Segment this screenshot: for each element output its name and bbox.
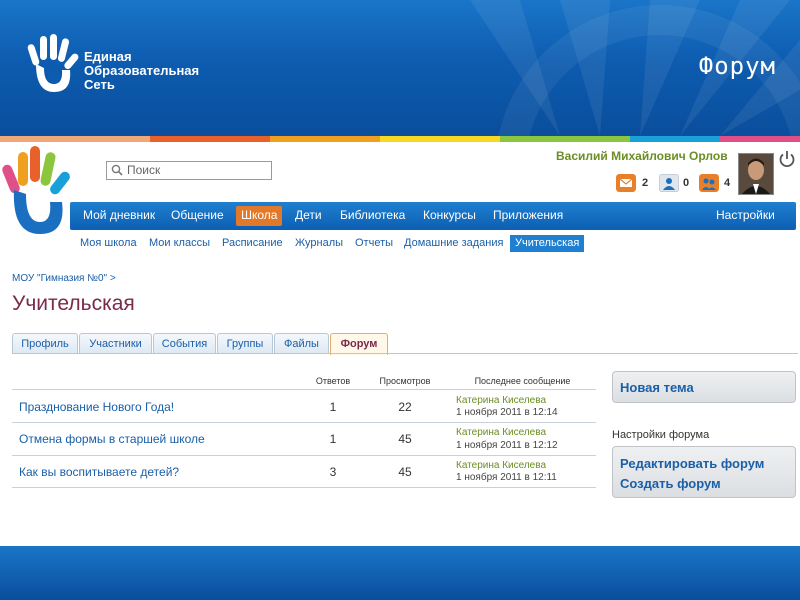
friends-count: 0 [683,177,690,189]
main-nav: Мой дневник Общение Школа Дети Библиотек… [70,202,796,230]
last-message-date: 1 ноября 2011 в 12:12 [456,440,558,451]
subnav-my-classes[interactable]: Мои классы [149,237,210,249]
nav-item-school[interactable]: Школа [241,208,277,222]
nav-item-apps[interactable]: Приложения [493,208,563,222]
slide-title: Форум [698,52,776,80]
replies-count: 1 [329,400,337,414]
topic-link[interactable]: Отмена формы в старшей школе [19,432,205,446]
column-header-replies: Ответов [315,376,351,386]
stripe-segment [720,136,800,142]
tab-divider [12,353,798,354]
tab-members[interactable]: Участники [79,333,152,354]
breadcrumb[interactable]: МОУ "Гимназия №0" > [12,273,116,284]
replies-count: 1 [329,432,337,446]
page-title: Учительская [12,292,135,315]
search-icon [111,164,123,176]
nav-item-contests[interactable]: Конкурсы [423,208,476,222]
column-header-last-message: Последнее сообщение [474,376,571,386]
messages-count: 2 [642,177,649,189]
last-author-link[interactable]: Катерина Киселева [456,427,546,438]
table-divider [12,389,596,390]
slide-footer-band [0,546,800,600]
tab-forum[interactable]: Форум [330,333,388,355]
last-message-date: 1 ноября 2011 в 12:14 [456,407,558,418]
friends-icon [658,173,680,193]
groups-count: 4 [724,177,731,189]
brand-hand-logo [27,34,79,92]
replies-count: 3 [329,465,337,479]
stripe-segment [500,136,630,142]
table-divider [12,487,596,488]
subnav-my-school[interactable]: Моя школа [80,237,137,249]
views-count: 22 [398,400,412,414]
edit-forum-link[interactable]: Редактировать форум [620,456,764,471]
tab-profile[interactable]: Профиль [12,333,78,354]
brand-line: Единая [84,49,132,64]
new-topic-label: Новая тема [620,380,694,395]
avatar[interactable] [738,153,774,195]
topic-link[interactable]: Празднование Нового Года! [19,400,174,414]
subnav-schedule[interactable]: Расписание [222,237,283,249]
stripe-segment [380,136,500,142]
site-logo[interactable] [0,146,78,236]
subnav-reports[interactable]: Отчеты [355,237,393,249]
slide-banner: Единая Образовательная Сеть Форум [0,0,800,136]
nav-item-children[interactable]: Дети [295,208,322,222]
column-header-views: Просмотров [379,376,431,386]
forum-settings-box: Редактировать форум Создать форум [612,446,796,498]
groups-counter[interactable]: 4 [699,174,730,197]
forum-settings-heading: Настройки форума [612,429,710,441]
stripe-segment [150,136,270,142]
last-author-link[interactable]: Катерина Киселева [456,395,546,406]
brand-line: Сеть [84,77,115,92]
nav-item-diary[interactable]: Мой дневник [83,208,155,222]
messages-counter[interactable]: 2 [616,174,648,197]
subnav-journals[interactable]: Журналы [295,237,343,249]
last-author-link[interactable]: Катерина Киселева [456,460,546,471]
tab-files[interactable]: Файлы [274,333,329,354]
stripe-segment [630,136,720,142]
stripe-segment [270,136,380,142]
nav-item-library[interactable]: Библиотека [340,208,405,222]
nav-item-settings[interactable]: Настройки [716,208,775,222]
create-forum-link[interactable]: Создать форум [620,476,721,491]
nav-item-communication[interactable]: Общение [171,208,224,222]
stripe-segment [0,136,150,142]
subnav-teachers-room[interactable]: Учительская [515,237,579,249]
mail-icon [616,174,636,192]
color-stripe [0,136,800,142]
tab-events[interactable]: События [153,333,216,354]
tab-groups[interactable]: Группы [217,333,273,354]
logout-power-icon[interactable] [778,150,796,168]
topic-link[interactable]: Как вы воспитываете детей? [19,465,179,479]
friends-counter[interactable]: 0 [658,173,689,197]
user-name-link[interactable]: Василий Михайлович Орлов [556,149,728,163]
groups-icon [699,174,719,192]
table-divider [12,455,596,456]
avatar-image [739,154,773,194]
subnav-homework[interactable]: Домашние задания [404,237,503,249]
brand-name: Единая Образовательная Сеть [84,50,199,92]
search-input[interactable]: Поиск [106,161,272,180]
new-topic-button[interactable]: Новая тема [612,371,796,403]
views-count: 45 [398,465,412,479]
search-placeholder: Поиск [127,163,161,177]
brand-line: Образовательная [84,63,200,78]
table-divider [12,422,596,423]
last-message-date: 1 ноября 2011 в 12:11 [456,472,557,483]
views-count: 45 [398,432,412,446]
